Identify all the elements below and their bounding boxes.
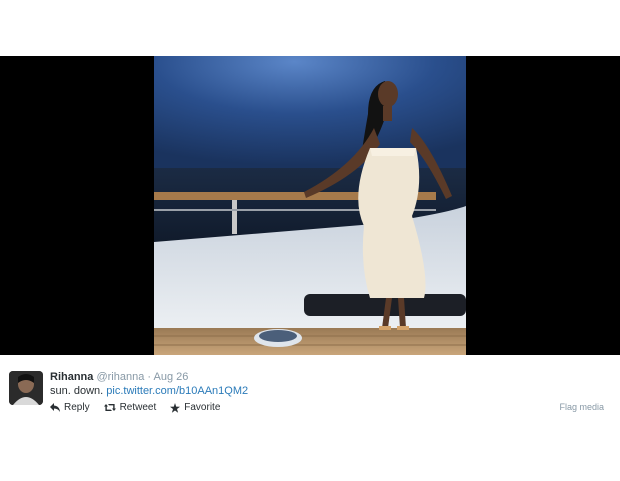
- yacht-photo-image: [154, 56, 466, 355]
- author-handle[interactable]: @rihanna: [96, 371, 144, 383]
- reply-label: Reply: [64, 402, 90, 413]
- reply-icon: [50, 403, 60, 412]
- author-name[interactable]: Rihanna: [50, 371, 93, 383]
- star-icon: [170, 402, 181, 413]
- tweet-actions: Reply Retweet Favorite: [50, 402, 220, 413]
- tweet-photo[interactable]: [154, 56, 466, 355]
- retweet-button[interactable]: Retweet: [103, 402, 157, 413]
- tweet-media-link[interactable]: pic.twitter.com/b10AAn1QM2: [106, 385, 248, 397]
- retweet-icon: [103, 404, 116, 411]
- tweet-text: sun. down. pic.twitter.com/b10AAn1QM2: [50, 385, 248, 397]
- favorite-label: Favorite: [184, 402, 221, 413]
- tweet-body: sun. down.: [50, 385, 104, 397]
- retweet-label: Retweet: [119, 402, 157, 413]
- tweet-date[interactable]: Aug 26: [154, 371, 189, 383]
- header-separator: ·: [147, 371, 152, 383]
- tweet-header: Rihanna @rihanna · Aug 26: [50, 371, 188, 383]
- avatar-image: [9, 371, 43, 405]
- media-band: [0, 56, 620, 355]
- flag-media-link[interactable]: Flag media: [559, 402, 604, 412]
- reply-button[interactable]: Reply: [50, 402, 90, 413]
- favorite-button[interactable]: Favorite: [170, 402, 220, 413]
- avatar[interactable]: [9, 371, 43, 405]
- tweet: Rihanna @rihanna · Aug 26 sun. down. pic…: [0, 357, 620, 481]
